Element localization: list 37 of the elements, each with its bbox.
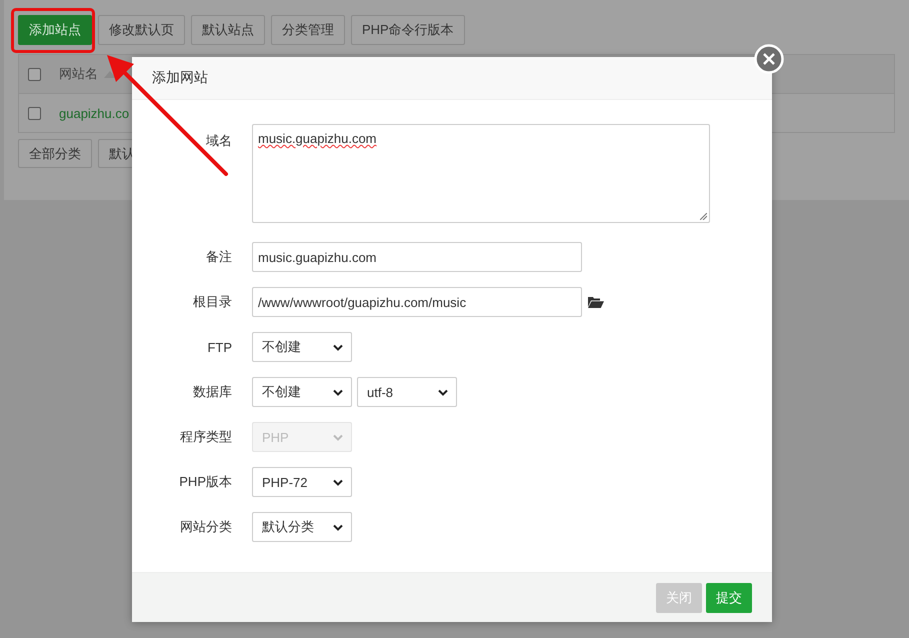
category-button[interactable]: 全部分类 (18, 139, 92, 168)
field-label: PHP版本 (178, 473, 232, 491)
checkbox[interactable] (28, 106, 41, 120)
chevron-down-icon (333, 478, 343, 486)
folder-icon[interactable] (588, 296, 604, 308)
toolbar-button[interactable]: PHP命令行版本 (351, 15, 465, 45)
field-label: 网站分类 (179, 518, 232, 536)
toolbar-button[interactable]: 添加站点 (18, 15, 92, 45)
checkbox[interactable] (28, 68, 41, 80)
resize-handle-icon[interactable] (700, 213, 707, 220)
field-label: 数据库 (192, 383, 232, 401)
select-dropdown[interactable]: 不创建 (252, 332, 352, 362)
domain-textarea[interactable]: music.guapizhu.com (252, 124, 710, 223)
select-dropdown[interactable]: PHP-72 (252, 467, 352, 497)
select-dropdown[interactable]: 默认分类 (252, 512, 352, 542)
chevron-down-icon (438, 388, 448, 396)
select-dropdown[interactable]: 不创建 (252, 377, 352, 407)
field-label: 根目录 (192, 293, 232, 311)
dialog-title: 添加网站 (152, 69, 208, 87)
chevron-down-icon (333, 434, 343, 440)
input-field[interactable]: /www/wwwroot/guapizhu.com/music (252, 287, 582, 317)
toolbar-button[interactable]: 分类管理 (271, 15, 345, 45)
toolbar-button[interactable]: 修改默认页 (98, 15, 185, 45)
column-header[interactable]: 网站名 (59, 65, 98, 83)
select-dropdown[interactable]: utf-8 (357, 377, 457, 407)
site-link[interactable]: guapizhu.co (59, 106, 130, 120)
field-label: 域名 (205, 132, 232, 150)
field-label: 程序类型 (179, 428, 232, 446)
chevron-down-icon (333, 344, 343, 350)
textarea-value: music.guapizhu.com (258, 131, 376, 146)
field-label: 备注 (205, 248, 232, 266)
field-label: FTP (206, 340, 232, 354)
toolbar-button[interactable]: 默认站点 (191, 15, 265, 45)
dialog-button[interactable]: 提交 (706, 582, 752, 612)
chevron-down-icon (333, 524, 343, 530)
input-field[interactable]: music.guapizhu.com (252, 242, 582, 272)
chevron-down-icon (333, 388, 343, 396)
